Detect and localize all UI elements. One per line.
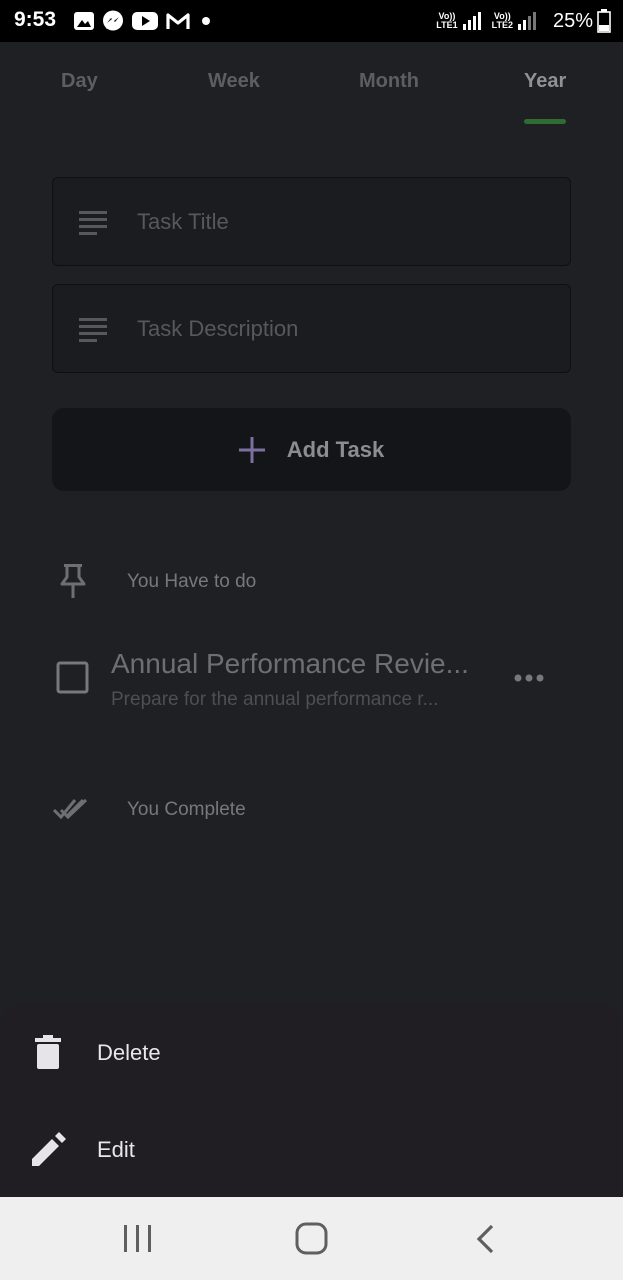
status-time: 9:53 xyxy=(14,8,57,31)
add-task-button[interactable]: Add Task xyxy=(52,408,571,491)
notes-icon xyxy=(79,318,107,342)
recent-apps-icon[interactable] xyxy=(122,1224,154,1254)
edit-label: Edit xyxy=(97,1137,135,1162)
pencil-icon xyxy=(32,1132,66,1166)
tab-active-indicator xyxy=(524,119,566,124)
double-check-icon xyxy=(52,798,88,820)
battery-icon xyxy=(597,9,611,33)
more-options-icon[interactable] xyxy=(513,672,545,684)
back-icon[interactable] xyxy=(474,1224,496,1254)
delete-label: Delete xyxy=(97,1040,161,1065)
dot-icon xyxy=(202,17,210,25)
navigation-bar xyxy=(0,1197,623,1280)
task-options-sheet: Delete Edit xyxy=(0,1005,623,1197)
gmail-icon xyxy=(166,13,190,29)
todo-section-label: You Have to do xyxy=(127,571,257,592)
signal-icon xyxy=(517,12,536,30)
battery-level: 25% xyxy=(552,9,593,32)
messenger-icon xyxy=(103,10,123,31)
tab-year[interactable]: Year xyxy=(524,70,566,93)
notification-icons xyxy=(74,9,214,33)
task-title-field[interactable] xyxy=(52,177,571,266)
edit-option[interactable]: Edit xyxy=(0,1101,623,1197)
tab-day[interactable]: Day xyxy=(61,70,98,93)
task-title[interactable]: Annual Performance Revie... xyxy=(111,648,491,680)
image-icon xyxy=(74,12,94,30)
pin-icon xyxy=(60,564,86,598)
add-task-label: Add Task xyxy=(286,436,385,462)
task-title-input[interactable] xyxy=(135,198,539,246)
sim1-label: Vo)) LTE1 xyxy=(436,11,458,30)
plus-icon xyxy=(238,436,265,463)
status-bar: 9:53 Vo)) LTE1 Vo)) LTE2 25% xyxy=(0,0,623,42)
youtube-icon xyxy=(132,12,158,30)
tab-week[interactable]: Week xyxy=(208,70,260,93)
sim2-label: Vo)) LTE2 xyxy=(491,11,513,30)
home-icon[interactable] xyxy=(295,1222,329,1256)
task-description-field[interactable] xyxy=(52,284,571,373)
tab-month[interactable]: Month xyxy=(359,70,419,93)
signal-icon xyxy=(462,12,481,30)
notes-icon xyxy=(79,211,107,235)
task-description-input[interactable] xyxy=(135,305,539,353)
trash-icon xyxy=(35,1035,61,1069)
period-tabs: Day Week Month Year xyxy=(0,42,623,126)
task-checkbox[interactable] xyxy=(56,661,89,694)
delete-option[interactable]: Delete xyxy=(0,1005,623,1101)
task-description[interactable]: Prepare for the annual performance r... xyxy=(111,689,491,711)
complete-section-label: You Complete xyxy=(127,799,246,820)
